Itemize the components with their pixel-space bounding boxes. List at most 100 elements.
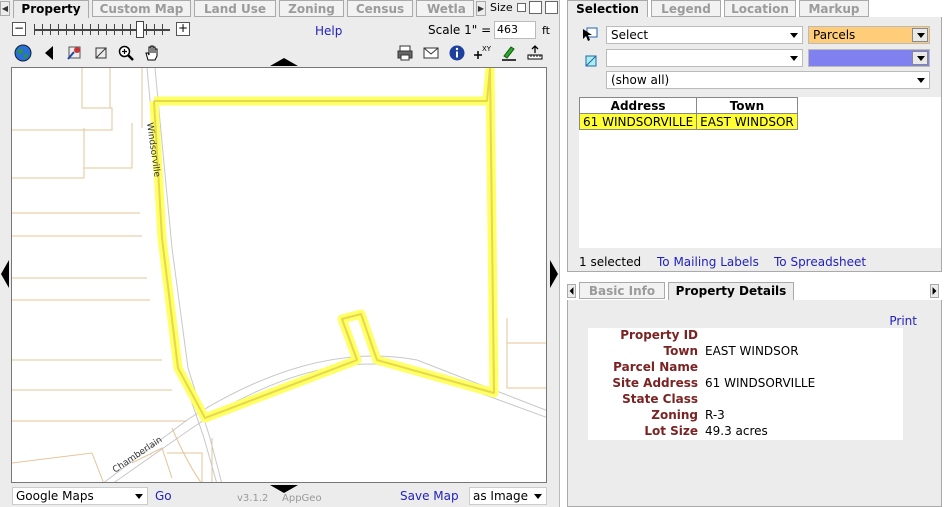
detail-label: Town [663, 344, 698, 358]
tab-markup[interactable]: Markup [799, 0, 869, 17]
details-tabs-left-arrow-icon[interactable] [567, 284, 576, 298]
filter-layer-select[interactable] [606, 49, 803, 67]
tab-land-use[interactable]: Land Use [194, 0, 276, 17]
tabs-right-arrow-icon[interactable]: ▶ [476, 1, 486, 16]
chevron-down-icon [917, 78, 925, 83]
detail-row-lot-size: Lot Size 49.3 acres [588, 424, 903, 440]
tab-location[interactable]: Location [724, 0, 796, 17]
tab-selection[interactable]: Selection [567, 0, 648, 18]
chevron-down-icon [912, 51, 928, 65]
map-panel: ◀ Property Custom Map Land Use Zoning Ce… [0, 0, 560, 507]
scale-input[interactable]: 463 [494, 21, 536, 39]
print-icon[interactable] [396, 44, 414, 62]
pan-west-arrow-icon[interactable] [1, 260, 9, 288]
zoom-out-button[interactable]: − [12, 22, 26, 36]
tab-custom-map[interactable]: Custom Map [92, 0, 191, 17]
tab-census[interactable]: Census [347, 0, 413, 17]
zoom-slider-thumb[interactable] [136, 21, 145, 38]
go-link[interactable]: Go [155, 489, 172, 503]
chevron-down-icon [790, 56, 798, 61]
selection-action-select[interactable]: Select [606, 26, 803, 44]
tabs-left-arrow-icon[interactable]: ◀ [0, 1, 10, 16]
detail-label: Lot Size [644, 424, 698, 438]
print-link[interactable]: Print [889, 314, 917, 328]
chevron-down-icon [912, 28, 928, 42]
back-arrow-icon[interactable] [40, 44, 58, 62]
size-label: Size [490, 1, 513, 14]
zoom-in-button[interactable]: + [176, 22, 190, 36]
size-small-toggle[interactable] [517, 3, 526, 12]
detail-label: Property ID [620, 328, 698, 342]
filter-layer-icon[interactable] [582, 52, 600, 70]
coordinates-icon[interactable]: XY [473, 44, 491, 62]
details-tabs-right-arrow-icon[interactable] [930, 284, 939, 298]
chevron-down-icon [534, 494, 542, 499]
tab-basic-info[interactable]: Basic Info [579, 282, 665, 299]
tab-property-details[interactable]: Property Details [668, 282, 794, 300]
selection-panel: Selection Legend Location Markup Select … [567, 0, 944, 272]
tab-wetlands[interactable]: Wetla [416, 0, 474, 17]
target-layer-select[interactable]: Parcels [808, 26, 930, 44]
save-map-link[interactable]: Save Map [400, 489, 459, 503]
select-box-icon[interactable] [92, 44, 110, 62]
detail-row-parcel-name: Parcel Name [588, 360, 903, 376]
chevron-down-icon [135, 494, 143, 499]
detail-row-town: Town EAST WINDSOR [588, 344, 903, 360]
detail-label: Parcel Name [613, 360, 698, 374]
pan-east-arrow-icon[interactable] [550, 260, 558, 288]
zoom-slider-track[interactable] [34, 29, 170, 31]
select-tool-icon[interactable] [581, 26, 599, 44]
markup-pen-icon[interactable] [500, 44, 518, 62]
detail-row-state-class: State Class [588, 392, 903, 408]
show-filter-select[interactable]: (show all) [606, 71, 930, 89]
identify-tool-icon[interactable] [65, 44, 83, 62]
basemap-select[interactable]: Google Maps [12, 487, 148, 505]
svg-text:XY: XY [482, 45, 491, 53]
results-table: Address Town 61 WINDSORVILLE EAST WINDSO… [578, 97, 798, 130]
map-tab-bar: ◀ Property Custom Map Land Use Zoning Ce… [0, 0, 559, 18]
email-icon[interactable] [422, 44, 440, 62]
detail-row-property-id: Property ID [588, 328, 903, 344]
save-format-value: as Image [473, 489, 529, 503]
zoom-tool-icon[interactable] [117, 44, 135, 62]
globe-icon[interactable] [14, 44, 32, 62]
spreadsheet-link[interactable]: To Spreadsheet [774, 255, 866, 269]
table-row[interactable]: 61 WINDSORVILLE EAST WINDSOR [578, 113, 798, 130]
tab-legend[interactable]: Legend [651, 0, 721, 17]
target-layer-value: Parcels [813, 28, 856, 42]
pan-south-arrow-icon[interactable] [270, 485, 298, 493]
tab-property[interactable]: Property [13, 0, 89, 18]
detail-value: R-3 [705, 408, 725, 422]
street-label-chamberlain: Chamberlain [111, 435, 164, 475]
size-large-toggle[interactable] [529, 1, 542, 14]
tab-zoning[interactable]: Zoning [279, 0, 344, 17]
details-panel: Basic Info Property Details Print Proper… [567, 282, 944, 507]
save-format-select[interactable]: as Image [469, 487, 547, 505]
property-details-list: Property ID Town EAST WINDSOR Parcel Nam… [588, 328, 903, 440]
scale-label: Scale 1" = [428, 23, 492, 37]
pan-hand-icon[interactable] [143, 44, 161, 62]
detail-label: Zoning [651, 408, 698, 422]
selection-count: 1 selected [579, 255, 642, 269]
cell-town: EAST WINDSOR [696, 113, 798, 130]
pan-north-arrow-icon[interactable] [270, 58, 298, 66]
measure-icon[interactable] [526, 44, 544, 62]
detail-label: State Class [622, 392, 698, 406]
column-header-address[interactable]: Address [578, 97, 698, 114]
show-filter-value: (show all) [611, 73, 670, 87]
detail-row-site-address: Site Address 61 WINDSORVILLE [588, 376, 903, 392]
map-canvas[interactable]: Windsorville Chamberlain [11, 67, 547, 483]
cell-address: 61 WINDSORVILLE [578, 113, 698, 130]
help-link[interactable]: Help [315, 24, 342, 38]
details-body: Print Property ID Town EAST WINDSOR Parc… [567, 300, 942, 507]
detail-row-zoning: Zoning R-3 [588, 408, 903, 424]
version-label: v3.1.2 [237, 493, 269, 504]
detail-value: 49.3 acres [705, 424, 768, 438]
vendor-label: AppGeo [282, 493, 322, 504]
size-max-toggle[interactable] [545, 1, 558, 14]
column-header-town[interactable]: Town [696, 97, 798, 114]
info-icon[interactable] [448, 44, 466, 62]
mailing-labels-link[interactable]: To Mailing Labels [657, 255, 759, 269]
filter-target-select[interactable] [808, 49, 930, 67]
selection-body: Select Parcels (show all) Address Town 6… [567, 17, 942, 272]
